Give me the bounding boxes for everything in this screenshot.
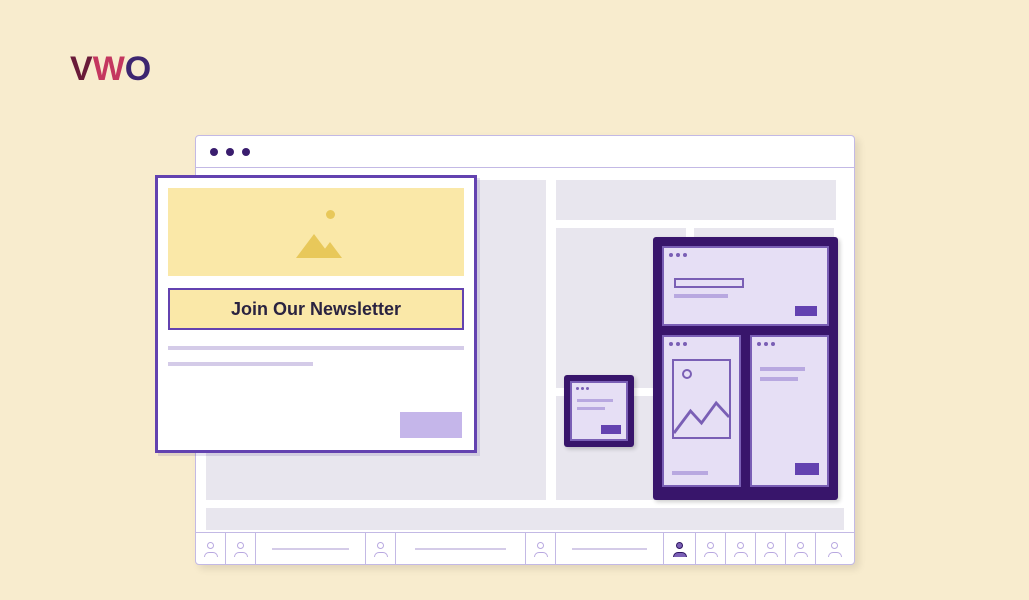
timeline-user-cell bbox=[816, 533, 854, 564]
popup-text-line bbox=[168, 346, 464, 350]
newsletter-cta-button[interactable]: Join Our Newsletter bbox=[168, 288, 464, 330]
window-dot bbox=[226, 148, 234, 156]
logo-o: O bbox=[125, 50, 151, 88]
user-icon bbox=[704, 542, 718, 556]
timeline-user-cell bbox=[786, 533, 816, 564]
user-timeline-bar bbox=[196, 532, 854, 564]
text-line bbox=[760, 377, 798, 381]
text-line bbox=[674, 294, 728, 298]
timeline-user-cell bbox=[226, 533, 256, 564]
timeline-gap bbox=[556, 533, 664, 564]
button-placeholder bbox=[601, 425, 621, 434]
button-placeholder bbox=[795, 463, 819, 475]
newsletter-cta-label: Join Our Newsletter bbox=[231, 299, 401, 320]
timeline-line bbox=[415, 548, 505, 550]
wireframe-footer bbox=[206, 508, 844, 530]
image-placeholder-icon bbox=[672, 359, 731, 439]
timeline-user-cell bbox=[196, 533, 226, 564]
user-icon bbox=[204, 542, 218, 556]
text-line bbox=[577, 399, 613, 402]
popup-submit-button[interactable] bbox=[400, 412, 462, 438]
newsletter-popup: Join Our Newsletter bbox=[155, 175, 477, 453]
window-dot bbox=[210, 148, 218, 156]
user-icon bbox=[764, 542, 778, 556]
timeline-user-cell-active bbox=[664, 533, 696, 564]
user-icon bbox=[734, 542, 748, 556]
timeline-line bbox=[572, 548, 647, 550]
window-dots-icon bbox=[576, 387, 589, 390]
timeline-line bbox=[272, 548, 348, 550]
timeline-user-cell bbox=[366, 533, 396, 564]
window-dot bbox=[242, 148, 250, 156]
timeline-gap bbox=[396, 533, 526, 564]
window-dots-icon bbox=[669, 253, 687, 257]
template-card-image[interactable] bbox=[662, 335, 741, 487]
timeline-user-cell bbox=[756, 533, 786, 564]
window-dots-icon bbox=[669, 342, 687, 346]
user-icon bbox=[794, 542, 808, 556]
user-icon bbox=[374, 542, 388, 556]
text-line bbox=[672, 471, 708, 475]
popup-text-line bbox=[168, 362, 313, 366]
text-line bbox=[760, 367, 805, 371]
user-icon-active bbox=[673, 542, 687, 556]
timeline-user-cell bbox=[726, 533, 756, 564]
small-template-card[interactable] bbox=[564, 375, 634, 447]
button-placeholder bbox=[795, 306, 817, 316]
logo-w: W bbox=[93, 50, 125, 88]
template-card-banner[interactable] bbox=[662, 246, 829, 326]
vwo-logo: VWO bbox=[70, 50, 151, 89]
template-card-text[interactable] bbox=[750, 335, 829, 487]
window-dots-icon bbox=[757, 342, 775, 346]
template-preview bbox=[570, 381, 628, 441]
user-icon bbox=[234, 542, 248, 556]
input-placeholder bbox=[674, 278, 744, 288]
template-gallery-panel bbox=[653, 237, 838, 500]
popup-image-placeholder bbox=[168, 188, 464, 276]
browser-titlebar bbox=[196, 136, 854, 168]
image-sun-icon bbox=[326, 210, 335, 219]
timeline-user-cell bbox=[526, 533, 556, 564]
wireframe-bar bbox=[556, 180, 836, 220]
logo-v: V bbox=[70, 50, 93, 88]
image-mountain-icon bbox=[318, 242, 342, 258]
timeline-gap bbox=[256, 533, 366, 564]
timeline-user-cell bbox=[696, 533, 726, 564]
user-icon bbox=[534, 542, 548, 556]
user-icon bbox=[828, 542, 842, 556]
text-line bbox=[577, 407, 605, 410]
